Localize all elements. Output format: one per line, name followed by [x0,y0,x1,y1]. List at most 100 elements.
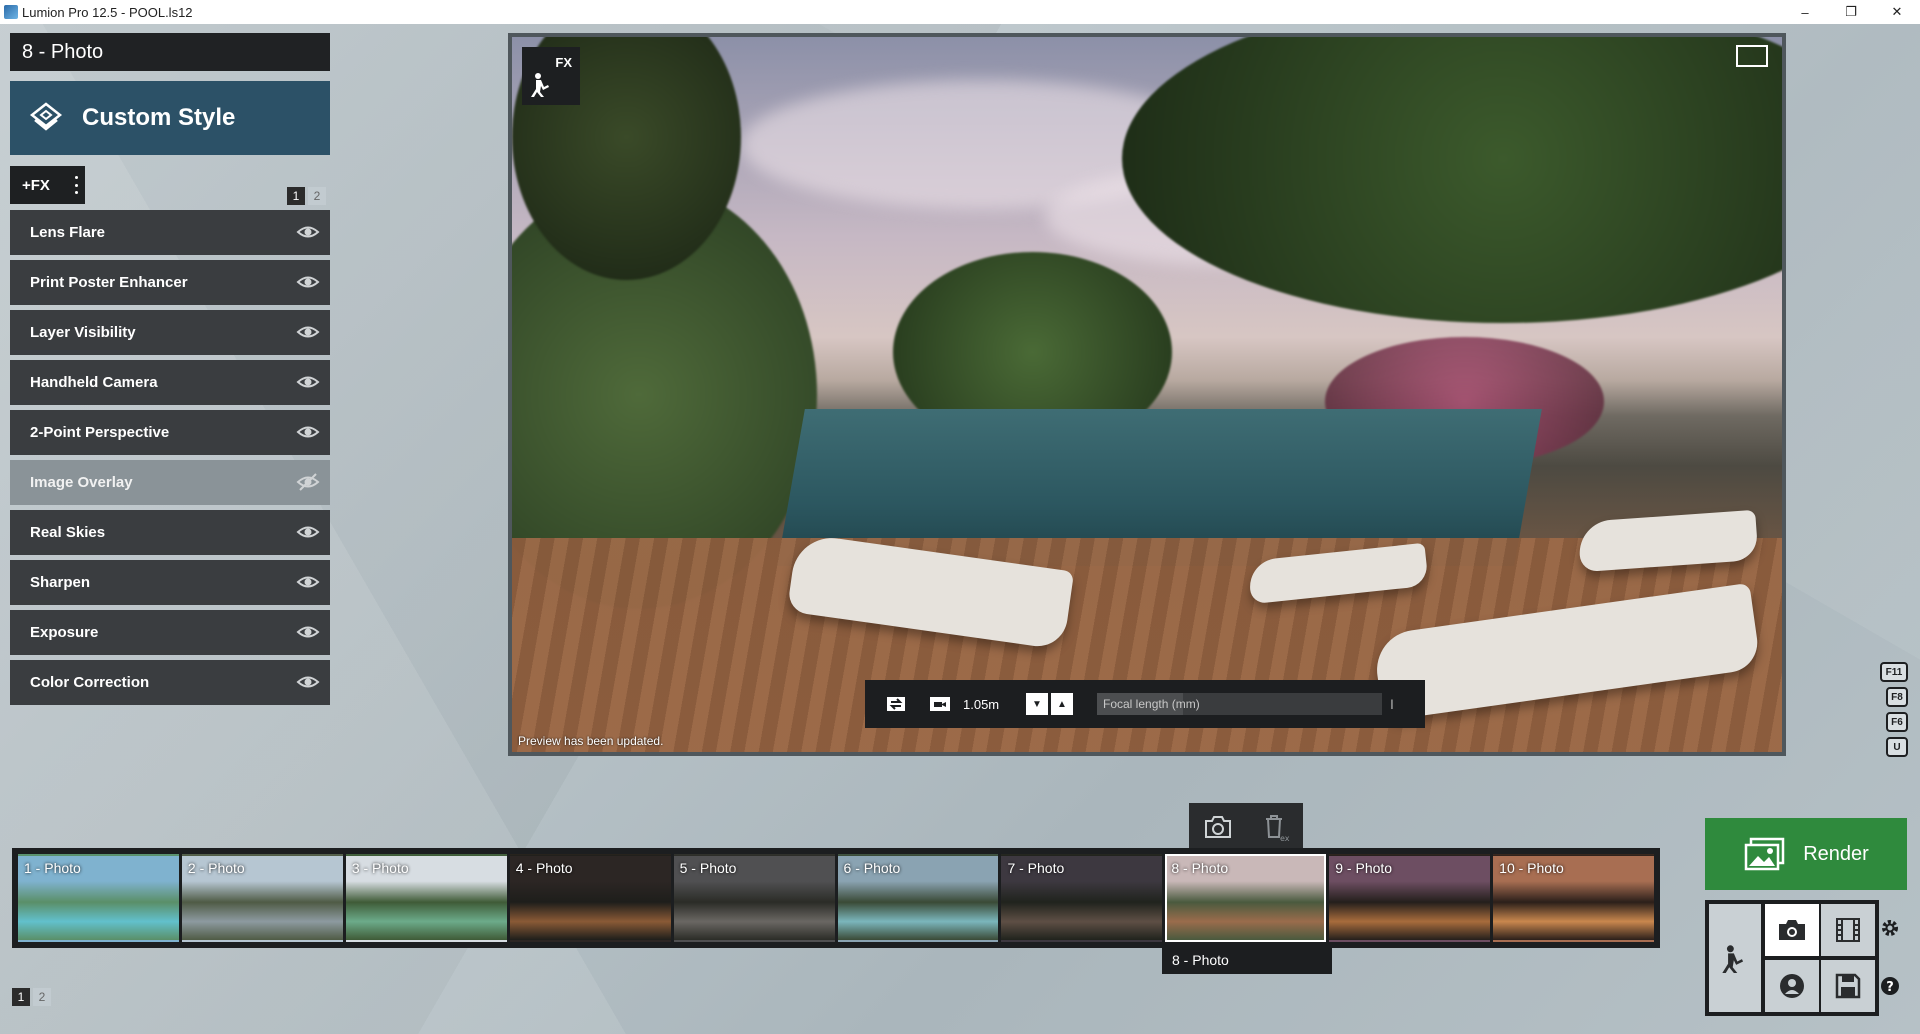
svg-text:?: ? [1886,980,1894,995]
photo-thumbnail[interactable]: 8 - Photo [1165,854,1327,942]
thumbnail-label: 2 - Photo [187,860,245,876]
photo-mode-button[interactable] [1765,904,1819,956]
custom-style-button[interactable]: Custom Style [10,81,330,155]
camera-icon [1779,920,1805,940]
thumbnail-label: 8 - Photo [1171,860,1229,876]
add-fx-button[interactable]: +FX [10,166,85,204]
photo-thumbnail[interactable]: 5 - Photo [673,854,835,942]
camera-toolbar: 1.05m ▼ ▲ Focal length (mm) I [865,680,1425,728]
photo-thumbnail[interactable]: 2 - Photo [181,854,343,942]
thumbnail-label: 10 - Photo [1499,860,1564,876]
fullscreen-icon[interactable] [1736,45,1768,67]
fx-page-1[interactable]: 1 [287,187,305,205]
focal-length-label: Focal length (mm) [1103,697,1200,711]
photo-thumbnail[interactable]: 9 - Photo [1329,854,1491,942]
eye-icon[interactable] [296,372,320,392]
camera-operator-icon [1722,945,1744,973]
svg-text:ex: ex [1280,834,1290,842]
maximize-button[interactable]: ❐ [1828,0,1874,24]
render-image-icon [1744,837,1785,871]
key-f6[interactable]: F6 [1886,712,1908,732]
photo-thumbnail[interactable]: 6 - Photo [837,854,999,942]
effect-layer-visibility[interactable]: Layer Visibility [10,310,330,355]
panorama-mode-button[interactable] [1765,960,1819,1012]
window-title: Lumion Pro 12.5 - POOL.ls12 [22,4,193,20]
effects-list: Lens Flare Print Poster Enhancer Layer Vis… [10,210,330,710]
height-down-button[interactable]: ▼ [1026,693,1048,715]
effect-handheld-camera[interactable]: Handheld Camera [10,360,330,405]
camera-height-value[interactable]: 1.05m [963,697,1023,712]
build-mode-button[interactable] [1709,904,1761,1012]
save-button[interactable] [1821,960,1875,1012]
eye-icon[interactable] [296,222,320,242]
effect-image-overlay[interactable]: Image Overlay [10,460,330,505]
key-f11[interactable]: F11 [1880,662,1908,682]
effect-lens-flare[interactable]: Lens Flare [10,210,330,255]
effect-label: Lens Flare [30,224,106,241]
photo-thumbnail[interactable]: 7 - Photo [1001,854,1163,942]
effect-print-poster-enhancer[interactable]: Print Poster Enhancer [10,260,330,305]
title-bar: Lumion Pro 12.5 - POOL.ls12 – ❐ ✕ [0,0,1920,24]
thumbnail-label: 4 - Photo [515,860,573,876]
height-up-button[interactable]: ▲ [1051,693,1073,715]
photo-thumbnail[interactable]: 1 - Photo [18,854,179,942]
fx-page-2[interactable]: 2 [308,187,326,205]
key-u[interactable]: U [1886,737,1908,757]
camera-operator-icon [531,73,549,97]
thumbnail-tooltip: 8 - Photo [1162,946,1332,974]
fx-toggle-button[interactable]: FX [522,47,580,105]
film-icon [1836,918,1860,942]
render-button[interactable]: Render [1705,818,1907,890]
effect-2-point-perspective[interactable]: 2-Point Perspective [10,410,330,455]
effect-label: Exposure [30,624,99,641]
minimize-button[interactable]: – [1782,0,1828,24]
thumbnail-label: 1 - Photo [24,860,81,876]
render-preview-image: FX Preview has been updated. [512,37,1782,752]
close-button[interactable]: ✕ [1874,0,1920,24]
camera-height-icon[interactable] [925,689,955,719]
key-f8[interactable]: F8 [1886,687,1908,707]
photo-thumbnail[interactable]: 10 - Photo [1493,854,1655,942]
shortcut-keys: F11 F8 F6 U [1880,662,1908,757]
eye-icon[interactable] [296,622,320,642]
movie-mode-button[interactable] [1821,904,1875,956]
effect-sharpen[interactable]: Sharpen [10,560,330,605]
swap-camera-icon[interactable] [881,689,911,719]
effect-real-skies[interactable]: Real Skies [10,510,330,555]
help-icon[interactable]: ? [1880,976,1900,996]
eye-icon[interactable] [296,522,320,542]
settings-column: ? [1880,918,1900,996]
eye-icon[interactable] [296,572,320,592]
preview-viewport[interactable]: FX Preview has been updated. [508,33,1786,756]
photo-thumbnail[interactable]: 4 - Photo [509,854,671,942]
filmstrip-page-1[interactable]: 1 [12,988,30,1006]
camera-icon[interactable] [1203,814,1233,840]
eye-icon[interactable] [296,422,320,442]
eye-hidden-icon[interactable] [296,472,320,492]
eye-icon[interactable] [296,272,320,292]
filmstrip-page-tabs: 1 2 [12,988,51,1006]
delete-icon[interactable]: ex [1260,812,1290,842]
filmstrip-tools: ex [1189,803,1303,851]
filmstrip-page-2[interactable]: 2 [33,988,51,1006]
focal-length-slider[interactable]: Focal length (mm) [1097,693,1382,715]
effect-exposure[interactable]: Exposure [10,610,330,655]
mode-panel [1705,900,1879,1016]
effect-label: Sharpen [30,574,91,591]
add-fx-label: +FX [22,176,50,194]
layers-icon [29,102,63,131]
preview-status: Preview has been updated. [518,734,664,748]
photo-thumbnail[interactable]: 3 - Photo [345,854,507,942]
effect-label: Image Overlay [30,474,133,491]
more-options-icon[interactable] [73,176,79,194]
photo-name-field[interactable]: 8 - Photo [10,33,330,71]
eye-icon[interactable] [296,672,320,692]
text-cursor-icon: I [1390,696,1394,712]
app-icon [4,5,18,19]
panorama-icon [1780,974,1804,998]
effect-color-correction[interactable]: Color Correction [10,660,330,705]
thumbnail-label: 7 - Photo [1007,860,1065,876]
eye-icon[interactable] [296,322,320,342]
gear-icon[interactable] [1880,918,1900,938]
thumbnail-label: 5 - Photo [679,860,737,876]
